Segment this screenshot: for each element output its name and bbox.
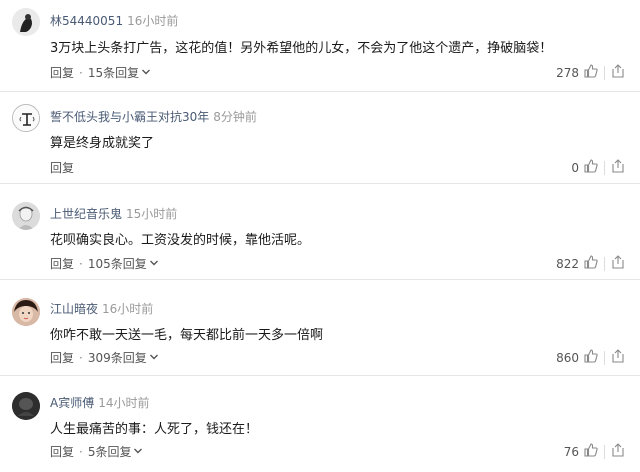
- thumbs-up-icon[interactable]: [583, 348, 599, 367]
- share-icon[interactable]: [610, 63, 626, 82]
- comment-username[interactable]: 江山暗夜 16小时前: [50, 300, 153, 317]
- avatar[interactable]: [12, 202, 40, 230]
- reply-button[interactable]: 回复: [50, 255, 74, 272]
- reply-button[interactable]: 回复: [50, 349, 74, 366]
- username-text[interactable]: A宾师傅: [50, 396, 94, 410]
- reply-button[interactable]: 回复: [50, 64, 74, 81]
- comment-username[interactable]: 誓不低头我与小霸王对抗30年 8分钟前: [50, 108, 257, 125]
- separator: ·: [79, 256, 83, 271]
- like-count: 0: [571, 160, 579, 175]
- divider: [604, 65, 605, 80]
- share-icon[interactable]: [610, 158, 626, 177]
- avatar[interactable]: [12, 298, 40, 326]
- comment-text: 花呗确实良心。工资没发的时候，靠他活呢。: [50, 233, 311, 248]
- reply-button[interactable]: 回复: [50, 159, 74, 176]
- comment-actions: 回复 · 309条回复: [50, 349, 159, 366]
- share-icon[interactable]: [610, 254, 626, 273]
- comment-actions: 回复: [50, 159, 74, 176]
- username-text[interactable]: 林54440051: [50, 14, 123, 28]
- comment-actions: 回复 · 5条回复: [50, 443, 143, 460]
- separator: ·: [79, 444, 83, 459]
- divider: [604, 350, 605, 365]
- comment-item: 林54440051 16小时前 3万块上头条打广告，这花的值！另外希望他的儿女，不…: [0, 0, 640, 92]
- comment-item: 誓不低头我与小霸王对抗30年 8分钟前 算是终身成就奖了 回复 0: [0, 92, 640, 184]
- chevron-down-icon[interactable]: [149, 257, 159, 271]
- like-area: 0: [571, 158, 626, 177]
- divider: [604, 160, 605, 175]
- reply-button[interactable]: 回复: [50, 443, 74, 460]
- separator: ·: [79, 350, 83, 365]
- comment-actions: 回复 · 15条回复: [50, 64, 151, 81]
- comment-username[interactable]: A宾师傅 14小时前: [50, 394, 150, 411]
- comment-item: 江山暗夜 16小时前 你咋不敢一天送一毛，每天都比前一天多一倍啊 回复 · 309…: [0, 280, 640, 376]
- share-icon[interactable]: [610, 348, 626, 367]
- comment-item: 上世纪音乐鬼 15小时前 花呗确实良心。工资没发的时候，靠他活呢。 回复 · 10…: [0, 184, 640, 280]
- comment-actions: 回复 · 105条回复: [50, 255, 159, 272]
- comment-item: A宾师傅 14小时前 人生最痛苦的事：人死了，钱还在！ 回复 · 5条回复 76: [0, 376, 640, 472]
- comment-time: 15小时前: [126, 207, 178, 221]
- replies-count-button[interactable]: 309条回复: [88, 349, 147, 366]
- avatar[interactable]: [12, 104, 40, 132]
- replies-count-button[interactable]: 105条回复: [88, 255, 147, 272]
- comment-text: 算是终身成就奖了: [50, 136, 155, 151]
- like-count: 860: [556, 350, 579, 365]
- comment-username[interactable]: 林54440051 16小时前: [50, 12, 178, 29]
- chevron-down-icon[interactable]: [133, 445, 143, 459]
- thumbs-up-icon[interactable]: [583, 158, 599, 177]
- comment-text: 3万块上头条打广告，这花的值！另外希望他的儿女，不会为了他这个遗产，挣破脑袋！: [50, 41, 553, 56]
- comment-time: 16小时前: [102, 302, 154, 316]
- username-text[interactable]: 江山暗夜: [50, 302, 98, 316]
- replies-count-button[interactable]: 5条回复: [88, 443, 132, 460]
- comment-username[interactable]: 上世纪音乐鬼 15小时前: [50, 205, 177, 222]
- comment-text: 人生最痛苦的事：人死了，钱还在！: [50, 422, 259, 437]
- like-area: 822: [556, 254, 626, 273]
- comment-time: 8分钟前: [213, 110, 257, 124]
- share-icon[interactable]: [610, 442, 626, 461]
- avatar[interactable]: [12, 392, 40, 420]
- thumbs-up-icon[interactable]: [583, 442, 599, 461]
- username-text[interactable]: 誓不低头我与小霸王对抗30年: [50, 110, 209, 124]
- like-area: 76: [564, 442, 626, 461]
- comment-time: 16小时前: [127, 14, 179, 28]
- separator: ·: [79, 65, 83, 80]
- username-text[interactable]: 上世纪音乐鬼: [50, 207, 122, 221]
- thumbs-up-icon[interactable]: [583, 254, 599, 273]
- replies-count-button[interactable]: 15条回复: [88, 64, 139, 81]
- chevron-down-icon[interactable]: [149, 351, 159, 365]
- like-count: 76: [563, 444, 579, 459]
- comment-time: 14小时前: [98, 396, 150, 410]
- like-count: 278: [556, 65, 579, 80]
- divider: [604, 256, 605, 271]
- comment-text: 你咋不敢一天送一毛，每天都比前一天多一倍啊: [50, 328, 324, 343]
- like-area: 860: [556, 348, 626, 367]
- chevron-down-icon[interactable]: [141, 66, 151, 80]
- like-count: 822: [556, 256, 579, 271]
- divider: [604, 444, 605, 459]
- like-area: 278: [556, 63, 626, 82]
- avatar[interactable]: [12, 8, 40, 36]
- thumbs-up-icon[interactable]: [583, 63, 599, 82]
